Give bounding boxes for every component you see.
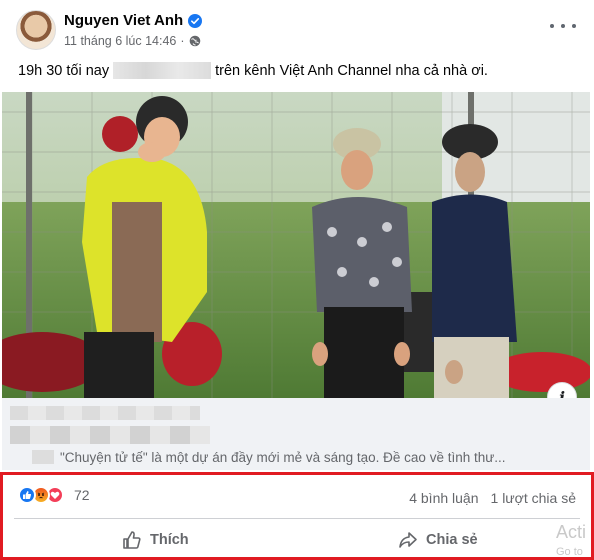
- link-preview[interactable]: "Chuyện tử tế" là một dự án đầy mới mẻ v…: [2, 398, 590, 470]
- engagement-stats: 4 bình luận 1 lượt chia sẻ: [409, 490, 576, 506]
- post-photo[interactable]: [2, 92, 590, 398]
- divider: [14, 518, 580, 519]
- more-dot-icon: [561, 24, 565, 28]
- facebook-post: Nguyen Viet Anh 11 tháng 6 lúc 14:46 · 1…: [0, 0, 594, 560]
- share-arrow-icon: [399, 532, 417, 548]
- blurred-text: [10, 406, 200, 420]
- link-preview-description: "Chuyện tử tế" là một dự án đầy mới mẻ v…: [60, 450, 506, 465]
- post-caption: 19h 30 tối nay trên kênh Việt Anh Channe…: [18, 62, 488, 79]
- photo-scene: [2, 92, 590, 398]
- share-button[interactable]: Chia sẻ: [398, 526, 478, 554]
- blurred-text: [32, 450, 54, 464]
- activate-windows-watermark: Acti: [556, 522, 587, 542]
- reactions-summary[interactable]: 72: [18, 486, 90, 504]
- globe-icon[interactable]: [189, 35, 201, 47]
- blurred-text: [10, 426, 210, 444]
- avatar[interactable]: [16, 10, 56, 50]
- share-count[interactable]: 1 lượt chia sẻ: [491, 490, 576, 506]
- like-reaction-icon: [18, 486, 36, 504]
- author-row: Nguyen Viet Anh: [64, 12, 203, 29]
- caption-text-start: 19h 30 tối nay: [18, 62, 110, 79]
- share-label: Chia sẻ: [426, 532, 478, 548]
- verified-badge-icon: [188, 13, 203, 28]
- angry-face-icon: [37, 492, 45, 499]
- like-button[interactable]: Thích: [122, 526, 189, 554]
- reaction-count: 72: [74, 487, 90, 503]
- more-dot-icon: [572, 24, 576, 28]
- heart-icon: [50, 491, 60, 499]
- meta-separator: ·: [180, 34, 185, 48]
- more-options-button[interactable]: [550, 18, 576, 34]
- post-meta: 11 tháng 6 lúc 14:46 ·: [64, 34, 201, 48]
- thumbs-up-icon: [23, 491, 32, 499]
- blurred-text: [113, 62, 212, 79]
- comment-count[interactable]: 4 bình luận: [409, 490, 478, 506]
- more-dot-icon: [550, 24, 554, 28]
- post-timestamp[interactable]: 11 tháng 6 lúc 14:46: [64, 34, 176, 48]
- activate-windows-subtext: Go to: [556, 546, 583, 558]
- author-name[interactable]: Nguyen Viet Anh: [64, 12, 183, 29]
- thumbs-up-icon: [123, 531, 141, 549]
- like-label: Thích: [150, 532, 189, 548]
- caption-text-end: trên kênh Việt Anh Channel nha cả nhà ơi…: [215, 62, 488, 79]
